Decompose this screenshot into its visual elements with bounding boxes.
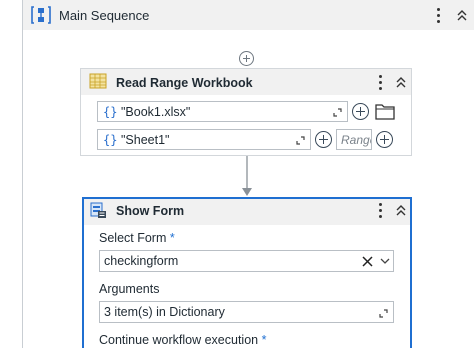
expression-braces-icon: {} <box>103 133 118 147</box>
sheet-name-field[interactable]: {} "Sheet1" <box>97 129 311 150</box>
arguments-value: 3 item(s) in Dictionary <box>104 305 225 319</box>
flow-connector-arrow <box>242 156 252 196</box>
clear-selection-icon[interactable] <box>362 256 373 267</box>
show-form-card[interactable] <box>82 197 412 348</box>
select-form-value: checkingform <box>104 254 179 268</box>
workbook-path-value: "Book1.xlsx" <box>121 105 191 119</box>
read-range-more-icon[interactable] <box>373 73 387 91</box>
workbook-add-icon[interactable] <box>352 103 369 120</box>
arguments-field[interactable]: 3 item(s) in Dictionary <box>99 301 394 323</box>
range-placeholder: Range <box>341 133 371 147</box>
form-icon <box>90 202 106 218</box>
sheet-name-value: "Sheet1" <box>121 133 170 147</box>
sequence-icon <box>31 6 51 24</box>
sequence-left-rule <box>22 0 23 348</box>
expand-editor-icon[interactable] <box>379 309 388 318</box>
read-range-collapse-icon[interactable] <box>394 74 408 90</box>
workbook-path-field[interactable]: {} "Book1.xlsx" <box>97 101 348 122</box>
select-form-label: Select Form * <box>99 231 175 245</box>
expand-editor-icon[interactable] <box>296 136 305 145</box>
browse-folder-icon[interactable] <box>375 102 395 120</box>
read-range-title: Read Range Workbook <box>116 76 253 90</box>
range-field[interactable]: Range <box>336 129 372 150</box>
required-marker: * <box>261 333 267 347</box>
range-add-icon[interactable] <box>376 131 393 148</box>
excel-workbook-icon <box>89 73 107 89</box>
chevron-down-icon[interactable] <box>380 258 390 265</box>
add-activity-icon[interactable] <box>239 51 254 66</box>
select-form-dropdown[interactable]: checkingform <box>99 250 394 272</box>
arguments-label: Arguments <box>99 282 160 296</box>
sequence-collapse-icon[interactable] <box>455 7 469 23</box>
show-form-more-icon[interactable] <box>373 201 387 219</box>
show-form-collapse-icon[interactable] <box>394 202 408 218</box>
required-marker: * <box>169 231 175 245</box>
sequence-more-icon[interactable] <box>431 6 445 24</box>
expand-editor-icon[interactable] <box>333 108 342 117</box>
continue-workflow-label: Continue workflow execution * <box>99 333 267 347</box>
main-sequence-title: Main Sequence <box>59 8 150 23</box>
expression-braces-icon: {} <box>103 105 118 119</box>
sheet-add-icon[interactable] <box>315 131 332 148</box>
show-form-title: Show Form <box>116 204 185 218</box>
